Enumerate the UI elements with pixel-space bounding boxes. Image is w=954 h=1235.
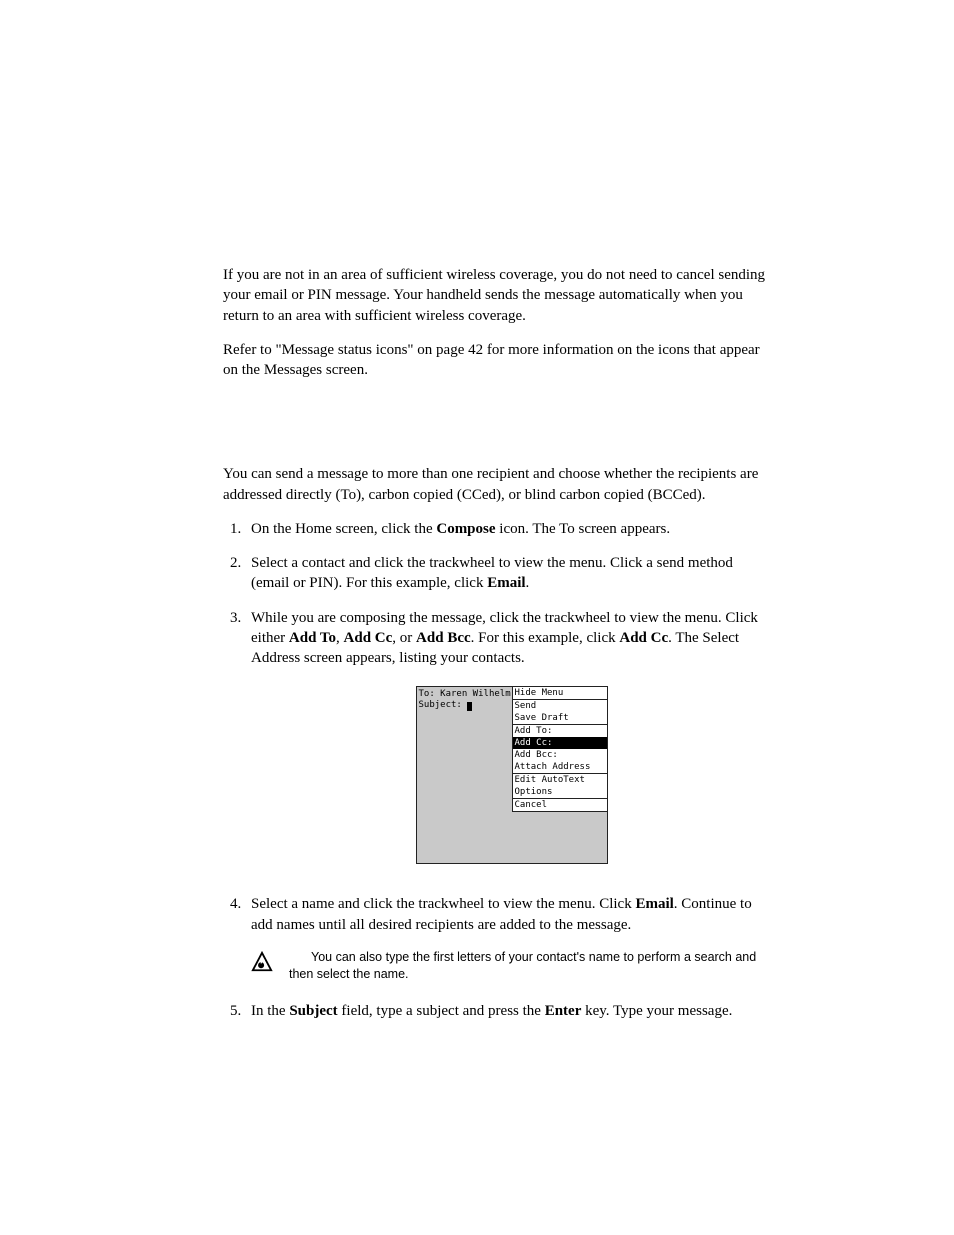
step-item: On the Home screen, click the Compose ic… <box>245 519 772 539</box>
menu-item-edit-autotext[interactable]: Edit AutoText <box>513 774 607 786</box>
context-menu: Hide Menu Send Save Draft Add To: Add Cc… <box>512 687 607 812</box>
step-item: Select a name and click the trackwheel t… <box>245 894 772 935</box>
menu-item-add-bcc[interactable]: Add Bcc: <box>513 749 607 761</box>
menu-item-cancel[interactable]: Cancel <box>513 799 607 811</box>
tip-text: You can also type the first letters of y… <box>289 949 772 983</box>
menu-item-add-to[interactable]: Add To: <box>513 725 607 737</box>
paragraph: If you are not in an area of sufficient … <box>223 265 772 326</box>
step-item: Select a contact and click the trackwhee… <box>245 553 772 594</box>
tip-block: You can also type the first letters of y… <box>251 949 772 983</box>
menu-item-attach-address[interactable]: Attach Address <box>513 761 607 773</box>
step-item: While you are composing the message, cli… <box>245 608 772 865</box>
text-cursor <box>467 702 472 711</box>
menu-item-add-cc[interactable]: Add Cc: <box>513 737 607 749</box>
device-screenshot: To: Karen Wilhelm Subject: Hide Menu Sen… <box>416 686 608 864</box>
menu-item-save-draft[interactable]: Save Draft <box>513 712 607 724</box>
compose-pane: To: Karen Wilhelm Subject: <box>419 689 509 711</box>
step-item: In the Subject field, type a subject and… <box>245 1001 772 1021</box>
paragraph: You can send a message to more than one … <box>223 464 772 505</box>
menu-item-hide-menu[interactable]: Hide Menu <box>513 687 607 699</box>
steps-list-continued: In the Subject field, type a subject and… <box>223 1001 772 1021</box>
tip-icon <box>251 951 273 973</box>
subject-line: Subject: <box>419 700 509 711</box>
document-page: If you are not in an area of sufficient … <box>0 0 954 1095</box>
to-line: To: Karen Wilhelm <box>419 689 509 700</box>
menu-item-options[interactable]: Options <box>513 786 607 798</box>
paragraph: Refer to "Message status icons" on page … <box>223 340 772 381</box>
steps-list: On the Home screen, click the Compose ic… <box>223 519 772 935</box>
menu-item-send[interactable]: Send <box>513 700 607 712</box>
